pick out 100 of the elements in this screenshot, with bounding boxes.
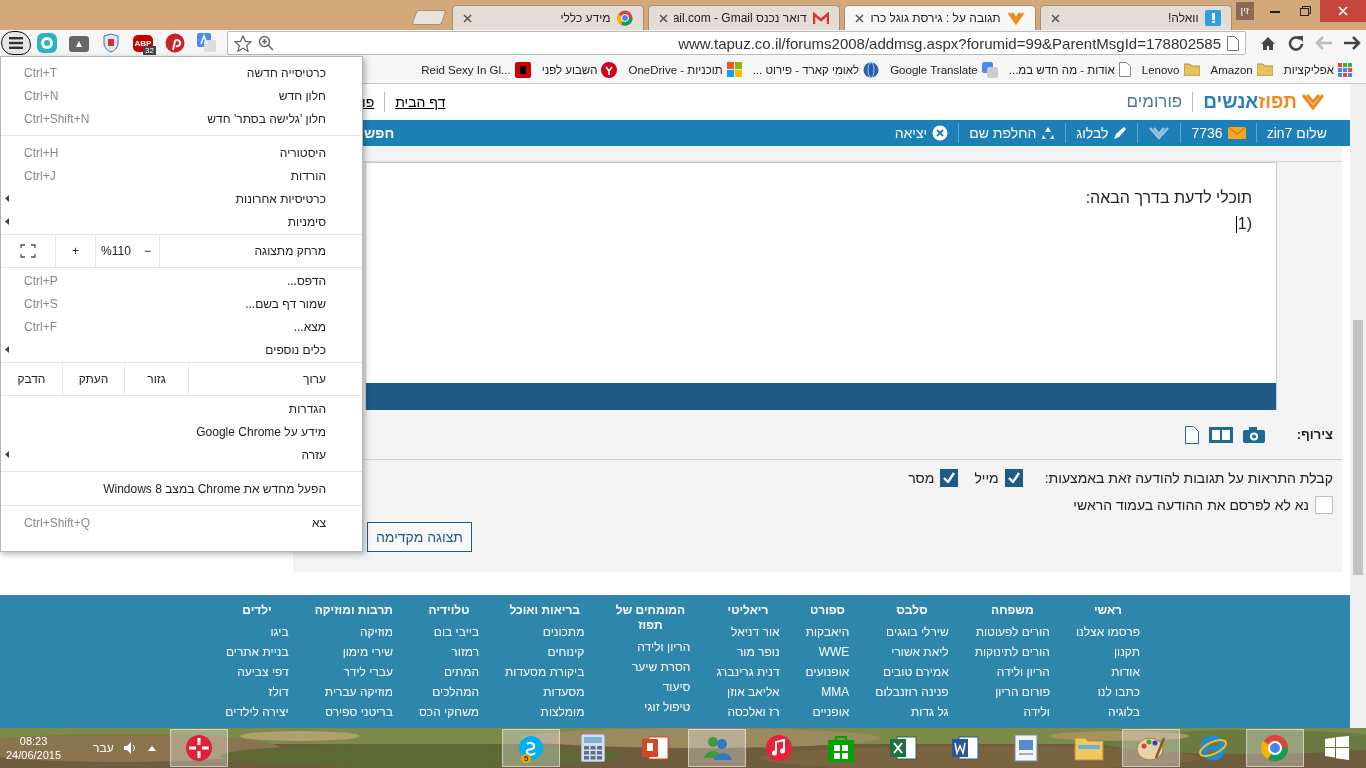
footer-link[interactable]: WWE — [805, 642, 850, 662]
footer-link[interactable]: הורים לתינוקות — [974, 642, 1050, 662]
footer-link[interactable]: שירי מימון — [314, 642, 393, 662]
footer-link[interactable]: דפי צביעה — [225, 662, 289, 682]
bookmark[interactable]: השבוע לפני — [541, 61, 618, 78]
footer-link[interactable]: המהלכים — [418, 682, 480, 702]
menu-item[interactable]: כרטיסיות אחרונות — [1, 187, 362, 210]
zoom-icon[interactable] — [258, 35, 274, 51]
bookmark[interactable]: Google Translate — [890, 61, 998, 78]
footer-link[interactable]: טיפול זוגי — [610, 697, 691, 717]
footer-link[interactable]: ביגו — [225, 622, 289, 642]
footer-link[interactable]: רז ואלכסה — [716, 702, 780, 722]
taskbar-button[interactable]: 5 — [502, 729, 560, 767]
menu-item[interactable]: כלים נוספים — [1, 338, 362, 361]
taskbar-button[interactable] — [688, 729, 746, 767]
profile-badge[interactable]: זין — [1235, 2, 1254, 20]
footer-link[interactable]: בניית אתרים — [225, 642, 289, 662]
header-link[interactable]: דף הבית — [395, 94, 446, 110]
footer-link[interactable]: מוזיקה עברית — [314, 682, 393, 702]
menu-item[interactable]: עזרה — [1, 443, 362, 466]
close-icon[interactable] — [658, 13, 668, 23]
bookmark[interactable]: Amazon — [1210, 63, 1273, 76]
browser-tab[interactable]: וואלה! — [1039, 5, 1232, 30]
close-icon[interactable] — [462, 13, 472, 23]
bookmark[interactable]: תוכניות - OneDrive — [628, 62, 742, 77]
footer-link[interactable]: הורים לפעוטות — [974, 622, 1050, 642]
footer-link[interactable]: ליאת אשורי — [875, 642, 949, 662]
footer-link[interactable]: דנית גרינברג — [716, 662, 780, 682]
footer-link[interactable]: MMA — [805, 682, 850, 702]
menu-item[interactable]: מידע על Google Chrome — [1, 420, 362, 443]
footer-link[interactable]: אופניים — [805, 702, 850, 722]
footer-link[interactable]: אמירם טובים — [875, 662, 949, 682]
footer-link[interactable]: פנינה רוזנבלום — [875, 682, 949, 702]
footer-link[interactable]: מסעדות — [505, 682, 585, 702]
footer-link[interactable]: שירלי בוגגים — [875, 622, 949, 642]
footer-link[interactable]: אור דניאל — [716, 622, 780, 642]
footer-link[interactable]: בריטני ספירס — [314, 702, 393, 722]
footer-link[interactable]: היאבקות — [805, 622, 850, 642]
menu-button[interactable] — [1, 31, 31, 55]
edit-action-button[interactable]: הדבק — [1, 363, 63, 395]
footer-link[interactable]: תקנון — [1075, 642, 1140, 662]
menu-item[interactable]: סימניות — [1, 210, 362, 233]
footer-link[interactable]: ביקורת מסעדות — [505, 662, 585, 682]
footer-link[interactable]: אליאב אוזן — [716, 682, 780, 702]
footer-link[interactable]: מתכונים — [505, 622, 585, 642]
footer-link[interactable]: יצירה לילדים — [225, 702, 289, 722]
edit-action-button[interactable]: העתק — [63, 363, 125, 395]
zoom-out-button[interactable]: − — [136, 235, 160, 267]
footer-link[interactable]: בלוגיה — [1075, 702, 1140, 722]
site-logo[interactable]: תפוזאנשים — [1203, 91, 1325, 113]
footer-link[interactable]: אופנועים — [805, 662, 850, 682]
taskbar-button[interactable] — [169, 729, 228, 767]
nav-link[interactable]: לבלוג — [1076, 125, 1128, 141]
footer-link[interactable]: מומלצות — [505, 702, 585, 722]
bookmark[interactable]: Reid Sexy In Gl... — [421, 61, 531, 78]
browser-tab[interactable]: דואר נכנס ail.com - Gmail — [647, 5, 840, 30]
document-icon[interactable] — [1184, 425, 1199, 444]
header-link[interactable]: פו — [362, 94, 375, 110]
footer-link[interactable]: המתים — [418, 662, 480, 682]
footer-link[interactable]: בייבי בום — [418, 622, 480, 642]
footer-link[interactable]: הריון ולידה — [974, 662, 1050, 682]
close-icon[interactable] — [1050, 13, 1060, 23]
footer-link[interactable]: ולידה — [974, 702, 1050, 722]
footer-link[interactable]: דולז — [225, 682, 289, 702]
bookmark[interactable]: אפליקציות — [1283, 62, 1352, 77]
bookmark[interactable]: לאומי קארד - פירוט ... — [752, 61, 880, 78]
speaker-icon[interactable] — [123, 742, 138, 754]
menu-item[interactable]: הפעל מחדש את Chrome במצב Windows 8 — [1, 477, 362, 500]
menu-item[interactable]: הגדרות — [1, 397, 362, 420]
nav-link[interactable]: יציאה — [894, 125, 949, 141]
search-link[interactable]: חפש — [364, 125, 395, 141]
footer-link[interactable]: הסרת שיער — [610, 657, 691, 677]
taskbar-button[interactable] — [1122, 729, 1180, 767]
bookmark[interactable]: Lenovo — [1141, 63, 1200, 76]
footer-link[interactable]: קינוחים — [505, 642, 585, 662]
checkbox[interactable] — [1004, 468, 1023, 487]
footer-link[interactable]: עברי לידר — [314, 662, 393, 682]
star-icon[interactable] — [234, 34, 252, 52]
nav-link[interactable]: החלפת שם — [969, 125, 1056, 141]
footer-link[interactable]: הריון ולידה — [610, 637, 691, 657]
language-indicator[interactable]: עבר — [93, 741, 114, 755]
footer-link[interactable]: מוזיקה — [314, 622, 393, 642]
footer-link[interactable]: משחקי הכס — [418, 702, 480, 722]
footer-link[interactable]: פורום הריון — [974, 682, 1050, 702]
address-bar[interactable]: www.tapuz.co.il/forums2008/addmsg.aspx?forumid=99&ParentMsgId=178802585 — [227, 31, 1246, 55]
footer-link[interactable]: סיעוד — [610, 677, 691, 697]
nav-link[interactable]: 7736 — [1191, 125, 1246, 141]
scrollbar-thumb[interactable] — [1353, 320, 1363, 575]
bookmark[interactable]: אודות - מה חדש במ... — [1008, 62, 1131, 77]
checkbox[interactable] — [1315, 495, 1333, 514]
footer-link[interactable]: אודות — [1075, 662, 1140, 682]
footer-link[interactable]: כתבו לנו — [1075, 682, 1140, 702]
browser-tab[interactable]: מידע כללי — [451, 5, 644, 30]
footer-link[interactable]: גל גדות — [875, 702, 949, 722]
preview-button[interactable]: תצוגה מקדימה — [367, 522, 472, 552]
taskbar-button[interactable] — [1246, 729, 1304, 767]
film-icon[interactable] — [1208, 426, 1233, 443]
footer-link[interactable]: רמזור — [418, 642, 480, 662]
camera-icon[interactable] — [1242, 426, 1265, 443]
footer-link[interactable]: פרסמו אצלנו — [1075, 622, 1140, 642]
